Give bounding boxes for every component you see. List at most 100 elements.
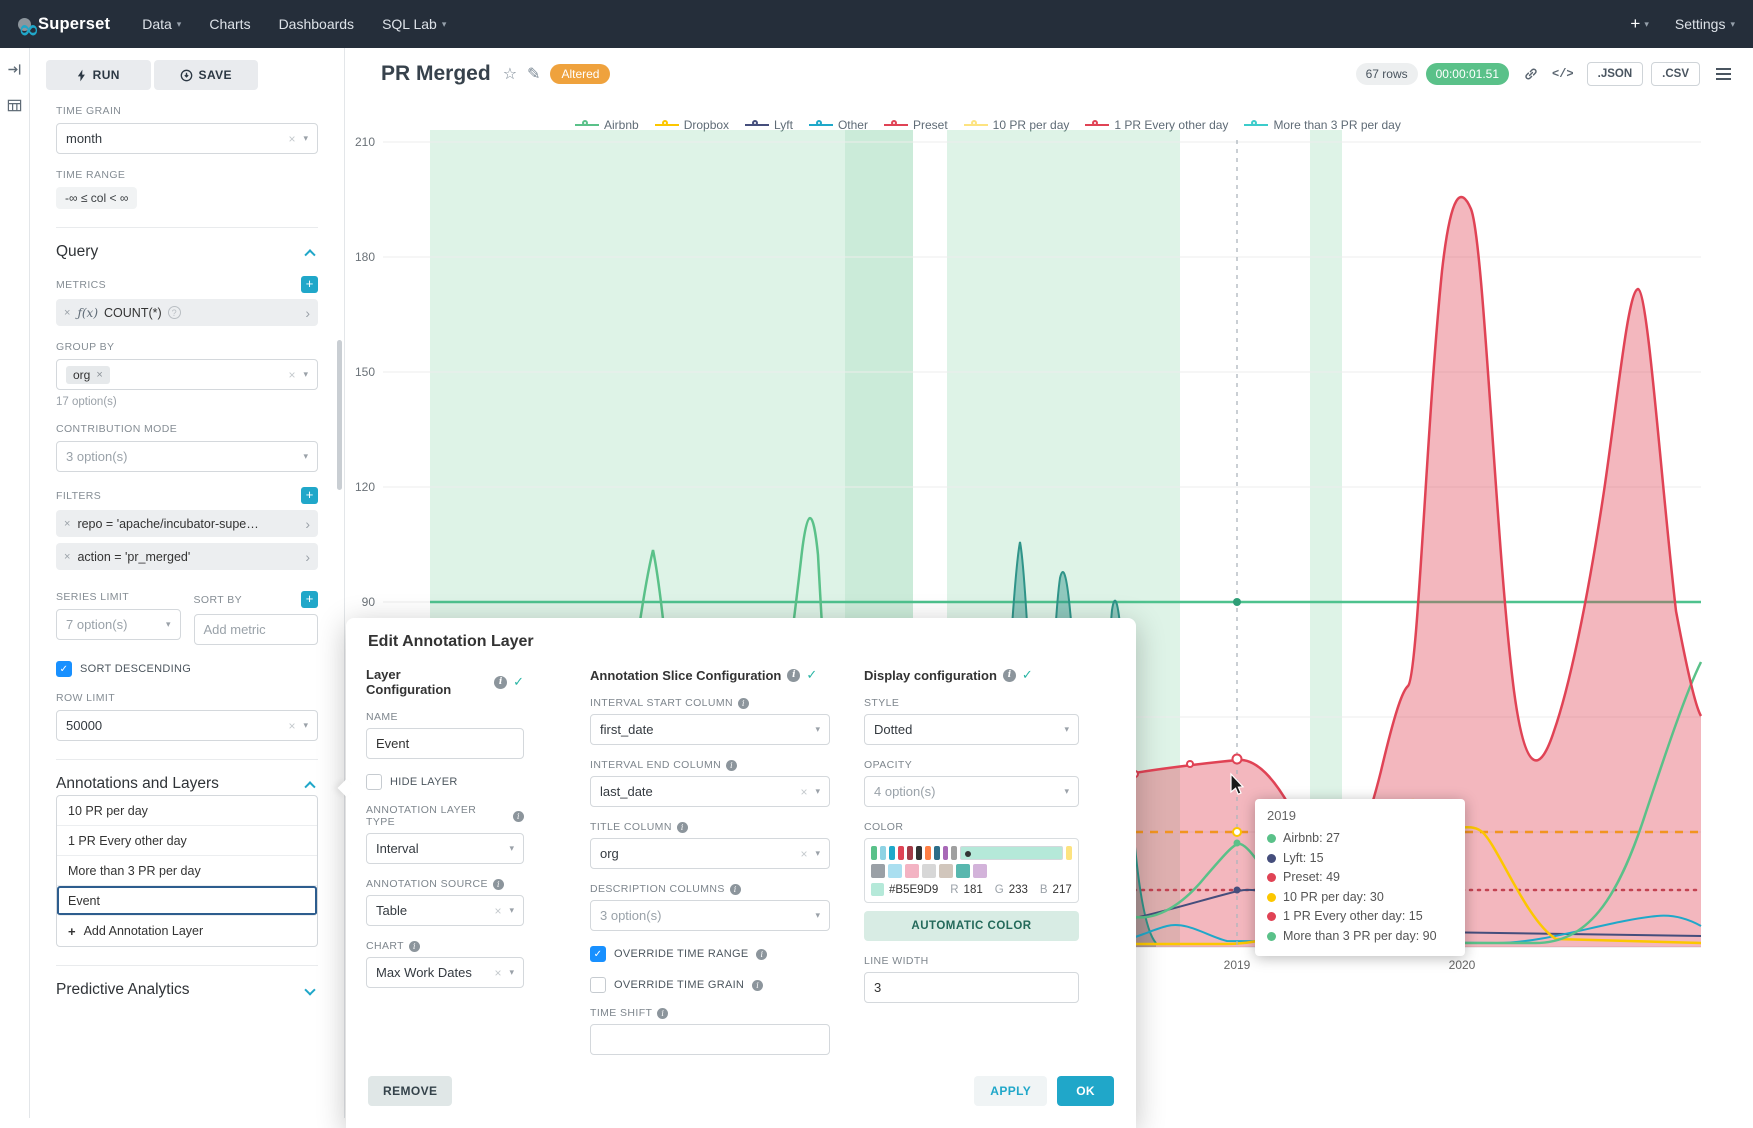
favorite-star-icon[interactable]: ☆ xyxy=(503,64,517,84)
info-icon[interactable]: i xyxy=(738,698,749,709)
override-time-range-checkbox-row[interactable]: ✓ OVERRIDE TIME RANGE i xyxy=(590,946,830,962)
more-options-menu-icon[interactable] xyxy=(1716,68,1731,80)
info-icon[interactable]: i xyxy=(494,676,507,689)
apply-button[interactable]: APPLY xyxy=(974,1076,1047,1106)
r-value[interactable]: 181 xyxy=(964,884,983,896)
annotation-layer-item[interactable]: More than 3 PR per day xyxy=(57,856,317,886)
edit-pencil-icon[interactable]: ✎ xyxy=(527,64,540,84)
clear-icon[interactable]: × xyxy=(800,785,807,799)
info-icon[interactable]: i xyxy=(726,760,737,771)
checkbox-checked[interactable]: ✓ xyxy=(590,946,606,962)
override-time-grain-checkbox-row[interactable]: OVERRIDE TIME GRAIN i xyxy=(590,977,830,993)
color-swatch[interactable] xyxy=(871,864,885,878)
sort-descending-checkbox-row[interactable]: ✓ SORT DESCENDING xyxy=(56,661,318,677)
filter-chip[interactable]: × repo = 'apache/incubator-supers... › xyxy=(56,510,318,537)
color-swatch[interactable] xyxy=(905,864,919,878)
altered-badge[interactable]: Altered xyxy=(550,64,610,84)
line-width-input[interactable] xyxy=(864,972,1079,1003)
superset-logo[interactable]: ∞ Superset xyxy=(18,15,110,34)
remove-icon[interactable]: × xyxy=(64,518,70,530)
nav-item-dashboards[interactable]: Dashboards xyxy=(279,16,355,32)
clear-icon[interactable]: × xyxy=(800,847,807,861)
info-icon[interactable]: i xyxy=(1003,669,1016,682)
color-swatch-selected[interactable] xyxy=(960,846,1063,860)
time-shift-input[interactable] xyxy=(590,1024,830,1055)
time-grain-select[interactable]: month × ▾ xyxy=(56,123,318,154)
ok-button[interactable]: OK xyxy=(1057,1076,1114,1106)
add-filter-button[interactable]: + xyxy=(301,487,318,504)
color-swatch[interactable] xyxy=(888,864,902,878)
info-icon[interactable]: i xyxy=(657,1008,668,1019)
info-icon[interactable]: i xyxy=(787,669,800,682)
color-swatch[interactable] xyxy=(916,846,922,860)
hide-layer-checkbox-row[interactable]: HIDE LAYER xyxy=(366,774,524,790)
series-limit-select[interactable]: 7 option(s) ▾ xyxy=(56,609,181,640)
clear-icon[interactable]: × xyxy=(494,966,501,980)
info-icon[interactable]: i xyxy=(513,811,524,822)
annotation-layer-item[interactable]: 10 PR per day xyxy=(57,796,317,826)
interval-end-column-select[interactable]: last_date × ▾ xyxy=(590,776,830,807)
metric-chip[interactable]: × ƒ(x) COUNT(*) ? › xyxy=(56,299,318,326)
clear-icon[interactable]: × xyxy=(288,719,295,733)
info-icon[interactable]: i xyxy=(677,822,688,833)
color-swatch[interactable] xyxy=(925,846,931,860)
interval-start-column-select[interactable]: first_date ▾ xyxy=(590,714,830,745)
opacity-select[interactable]: 4 option(s) ▾ xyxy=(864,776,1079,807)
checkbox-unchecked[interactable] xyxy=(590,977,606,993)
color-swatch[interactable] xyxy=(934,846,940,860)
g-value[interactable]: 233 xyxy=(1009,884,1028,896)
remove-icon[interactable]: × xyxy=(64,551,70,563)
b-value[interactable]: 217 xyxy=(1053,884,1072,896)
annotation-layer-type-select[interactable]: Interval ▾ xyxy=(366,833,524,864)
color-swatch[interactable] xyxy=(889,846,895,860)
info-icon[interactable]: i xyxy=(752,980,763,991)
section-predictive[interactable]: Predictive Analytics xyxy=(56,965,318,999)
hex-value[interactable]: #B5E9D9 xyxy=(889,884,938,896)
description-columns-select[interactable]: 3 option(s) ▾ xyxy=(590,900,830,931)
info-icon[interactable]: i xyxy=(493,879,504,890)
nav-item-data[interactable]: Data▾ xyxy=(142,16,181,32)
settings-menu[interactable]: Settings▾ xyxy=(1675,16,1735,32)
remove-button[interactable]: REMOVE xyxy=(368,1076,452,1106)
color-swatch[interactable] xyxy=(939,864,953,878)
run-button[interactable]: RUN xyxy=(46,60,151,90)
info-icon[interactable]: i xyxy=(756,949,767,960)
export-csv-button[interactable]: .CSV xyxy=(1651,62,1700,86)
clear-icon[interactable]: × xyxy=(494,904,501,918)
checkbox-checked[interactable]: ✓ xyxy=(56,661,72,677)
annotation-source-select[interactable]: Table × ▾ xyxy=(366,895,524,926)
share-link-icon[interactable] xyxy=(1523,66,1539,82)
remove-icon[interactable]: × xyxy=(96,369,102,381)
add-sort-metric-button[interactable]: + xyxy=(301,591,318,608)
filter-chip[interactable]: × action = 'pr_merged' › xyxy=(56,543,318,570)
clear-icon[interactable]: × xyxy=(288,132,295,146)
checkbox-unchecked[interactable] xyxy=(366,774,382,790)
group-by-chip[interactable]: org× xyxy=(66,366,110,384)
color-swatch[interactable] xyxy=(973,864,987,878)
export-json-button[interactable]: .JSON xyxy=(1587,62,1644,86)
section-query[interactable]: Query xyxy=(56,227,318,261)
group-by-select[interactable]: org× × ▾ xyxy=(56,359,318,390)
new-button[interactable]: +▾ xyxy=(1630,14,1648,34)
color-swatch[interactable] xyxy=(922,864,936,878)
expand-panel-icon[interactable] xyxy=(7,62,22,82)
add-annotation-layer-button[interactable]: + Add Annotation Layer xyxy=(57,916,317,946)
color-swatch[interactable] xyxy=(956,864,970,878)
info-icon[interactable]: i xyxy=(409,941,420,952)
nav-item-charts[interactable]: Charts xyxy=(209,16,250,32)
save-button[interactable]: SAVE xyxy=(154,60,259,90)
scrollbar-thumb[interactable] xyxy=(337,340,342,490)
color-swatch[interactable] xyxy=(880,846,886,860)
info-icon[interactable]: i xyxy=(730,884,741,895)
add-metric-button[interactable]: + xyxy=(301,276,318,293)
style-select[interactable]: Dotted ▾ xyxy=(864,714,1079,745)
chart-select[interactable]: Max Work Dates × ▾ xyxy=(366,957,524,988)
automatic-color-button[interactable]: AUTOMATIC COLOR xyxy=(864,911,1079,941)
title-column-select[interactable]: org × ▾ xyxy=(590,838,830,869)
sort-by-select[interactable]: Add metric xyxy=(194,614,319,645)
embed-code-icon[interactable]: </> xyxy=(1552,67,1574,81)
clear-icon[interactable]: × xyxy=(288,368,295,382)
nav-item-sql-lab[interactable]: SQL Lab▾ xyxy=(382,16,446,32)
color-swatch[interactable] xyxy=(951,846,957,860)
color-swatch[interactable] xyxy=(943,846,949,860)
